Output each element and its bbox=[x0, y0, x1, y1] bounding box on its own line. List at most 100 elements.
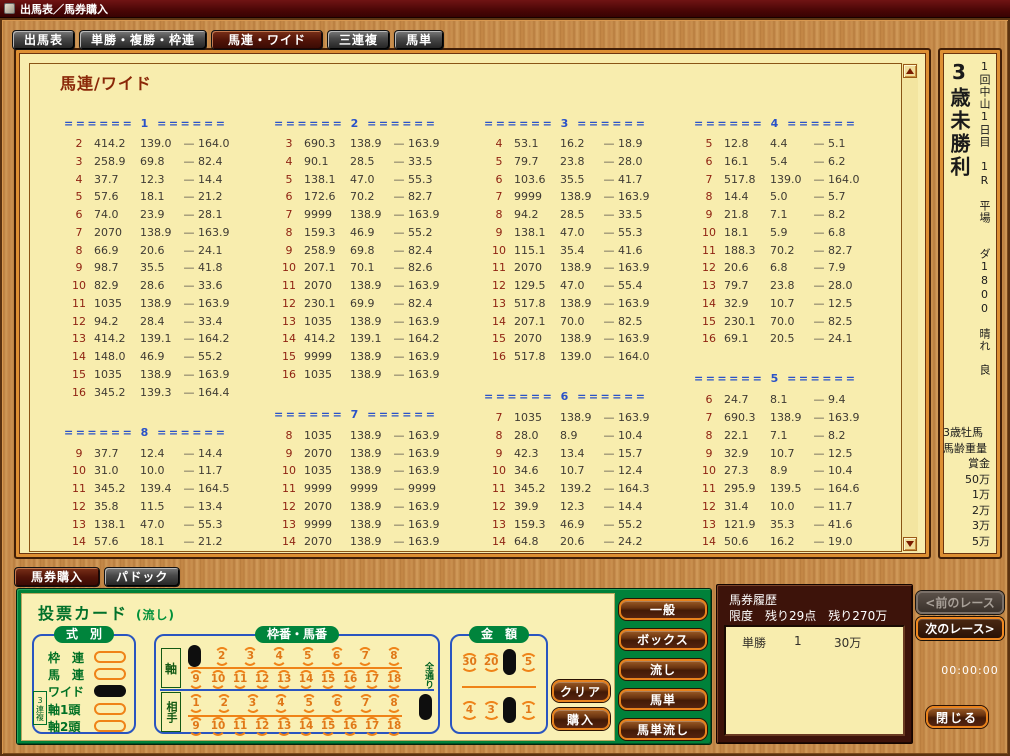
odds-row: 10115.135.4—41.6 bbox=[484, 242, 664, 259]
odds-separator: — bbox=[390, 190, 408, 203]
scroll-down-button[interactable] bbox=[903, 537, 917, 551]
tab-top-2[interactable]: 単勝・複勝・枠連 bbox=[79, 30, 207, 50]
mode-button-3[interactable]: 流し bbox=[619, 659, 707, 680]
number-mark-oval[interactable]: 8 bbox=[386, 647, 402, 666]
number-mark-oval[interactable]: 5 bbox=[301, 694, 317, 713]
number-mark-oval[interactable]: 12 bbox=[254, 670, 270, 689]
umaren-odds: 37.7 bbox=[94, 173, 140, 186]
odds-scrollbar[interactable] bbox=[901, 63, 918, 552]
number-mark-oval[interactable]: 7 bbox=[358, 694, 374, 713]
partner-row-2: 9 10 11 12 13 14 15 16 17 18 bbox=[188, 716, 402, 736]
tab-bottom-1[interactable]: 馬券購入 bbox=[14, 567, 100, 587]
close-button[interactable]: 閉じる bbox=[926, 706, 988, 728]
scroll-up-button[interactable] bbox=[903, 64, 917, 78]
horse-number: 16 bbox=[64, 386, 94, 399]
tab-top-1[interactable]: 出馬表 bbox=[12, 30, 75, 50]
number-mark-oval[interactable]: 11 bbox=[232, 670, 248, 689]
wide-odds-low: 20.6 bbox=[560, 535, 600, 548]
bet-type-mark-oval[interactable] bbox=[94, 651, 126, 663]
next-race-button[interactable]: 次のレース> bbox=[916, 617, 1004, 640]
tab-top-4[interactable]: 三連複 bbox=[327, 30, 390, 50]
tab-bottom-2[interactable]: パドック bbox=[104, 567, 180, 587]
wide-odds-low: 35.5 bbox=[560, 173, 600, 186]
wide-odds-high: 164.0 bbox=[198, 137, 244, 150]
number-mark-oval[interactable]: 16 bbox=[342, 670, 358, 689]
number-mark-oval[interactable]: 18 bbox=[386, 670, 402, 689]
wide-odds-low: 139.0 bbox=[770, 173, 810, 186]
umaren-odds: 2070 bbox=[514, 261, 560, 274]
tab-top-5[interactable]: 馬単 bbox=[394, 30, 444, 50]
number-mark-oval[interactable]: 5 bbox=[300, 647, 316, 666]
number-mark-oval[interactable]: 6 bbox=[329, 647, 345, 666]
number-mark-oval[interactable]: 6 bbox=[329, 694, 345, 713]
wide-odds-low: 35.3 bbox=[770, 518, 810, 531]
odds-section-header: ====== 2 ====== bbox=[274, 117, 437, 130]
amount-mark-oval[interactable] bbox=[503, 649, 516, 675]
odds-separator: — bbox=[810, 518, 828, 531]
number-mark-oval[interactable]: 9 bbox=[188, 670, 204, 689]
number-mark-oval[interactable]: 10 bbox=[210, 670, 226, 689]
arrow-up-icon bbox=[906, 68, 914, 74]
wide-odds-low: 138.9 bbox=[350, 368, 390, 381]
number-mark-oval[interactable]: 12 bbox=[254, 717, 270, 736]
umaren-odds: 18.1 bbox=[724, 226, 770, 239]
odds-separator: — bbox=[180, 226, 198, 239]
number-mark-oval[interactable]: 14 bbox=[298, 717, 314, 736]
mode-button-1[interactable]: 一般 bbox=[619, 599, 707, 620]
number-mark-oval[interactable]: 3 bbox=[245, 694, 261, 713]
odds-row: 12230.169.9—82.4 bbox=[274, 295, 454, 312]
bet-type-mark-oval[interactable] bbox=[94, 720, 126, 732]
number-mark-oval[interactable]: 14 bbox=[298, 670, 314, 689]
amount-mark-oval[interactable] bbox=[503, 697, 516, 723]
amount-mark-oval[interactable]: 4 bbox=[460, 701, 479, 720]
amount-mark-oval[interactable]: 3 bbox=[482, 701, 501, 720]
number-mark-oval[interactable]: 2 bbox=[216, 694, 232, 713]
number-mark-oval[interactable]: 4 bbox=[273, 694, 289, 713]
umaren-odds: 2070 bbox=[304, 500, 350, 513]
amount-mark-oval[interactable]: 20 bbox=[482, 653, 501, 672]
number-mark-oval[interactable]: 10 bbox=[210, 717, 226, 736]
amount-row-2: 431 bbox=[460, 698, 538, 722]
wide-odds-low: 35.5 bbox=[140, 261, 180, 274]
number-mark-oval[interactable]: 4 bbox=[271, 647, 287, 666]
number-mark-oval[interactable] bbox=[188, 645, 201, 667]
bet-type-mark-oval[interactable] bbox=[94, 703, 126, 715]
all-combinations-mark[interactable] bbox=[419, 694, 432, 720]
number-mark-oval[interactable]: 15 bbox=[320, 717, 336, 736]
wide-odds-low: 12.3 bbox=[560, 500, 600, 513]
number-mark-oval[interactable]: 15 bbox=[320, 670, 336, 689]
number-mark-oval[interactable]: 17 bbox=[364, 670, 380, 689]
tab-top-3[interactable]: 馬連・ワイド bbox=[211, 30, 323, 50]
bet-type-mark-oval[interactable] bbox=[94, 668, 126, 680]
umaren-odds: 2070 bbox=[304, 447, 350, 460]
number-mark-oval[interactable]: 17 bbox=[364, 717, 380, 736]
number-mark-oval[interactable]: 8 bbox=[386, 694, 402, 713]
amount-mark-oval[interactable]: 5 bbox=[519, 653, 538, 672]
mode-button-4[interactable]: 馬単 bbox=[619, 689, 707, 710]
prev-race-button[interactable]: <前のレース bbox=[916, 591, 1004, 614]
number-mark-oval[interactable]: 3 bbox=[242, 647, 258, 666]
buy-button[interactable]: 購入 bbox=[552, 708, 610, 730]
amount-mark-oval[interactable]: 1 bbox=[519, 701, 538, 720]
bet-type-mark-oval[interactable] bbox=[94, 685, 126, 697]
axis-label: 軸 bbox=[161, 648, 181, 688]
odds-row: 616.15.4—6.2 bbox=[694, 153, 874, 170]
number-mark-oval[interactable]: 13 bbox=[276, 717, 292, 736]
number-mark-oval[interactable]: 11 bbox=[232, 717, 248, 736]
amount-mark-oval[interactable]: 30 bbox=[460, 653, 479, 672]
mode-button-5[interactable]: 馬単流し bbox=[619, 719, 707, 740]
wide-odds-high: 9999 bbox=[408, 482, 454, 495]
mode-button-2[interactable]: ボックス bbox=[619, 629, 707, 650]
number-mark-oval[interactable]: 7 bbox=[357, 647, 373, 666]
clear-button[interactable]: クリア bbox=[552, 680, 610, 702]
number-mark-oval[interactable]: 9 bbox=[188, 717, 204, 736]
odds-row: 3258.969.8—82.4 bbox=[64, 153, 244, 170]
odds-separator: — bbox=[390, 173, 408, 186]
number-mark-oval[interactable]: 18 bbox=[386, 717, 402, 736]
odds-separator: — bbox=[180, 386, 198, 399]
number-mark-oval[interactable]: 2 bbox=[214, 647, 230, 666]
number-mark-oval[interactable]: 13 bbox=[276, 670, 292, 689]
number-mark-oval[interactable]: 16 bbox=[342, 717, 358, 736]
bet-type-item-2: 馬 連 bbox=[48, 667, 126, 681]
number-mark-oval[interactable]: 1 bbox=[188, 694, 204, 713]
